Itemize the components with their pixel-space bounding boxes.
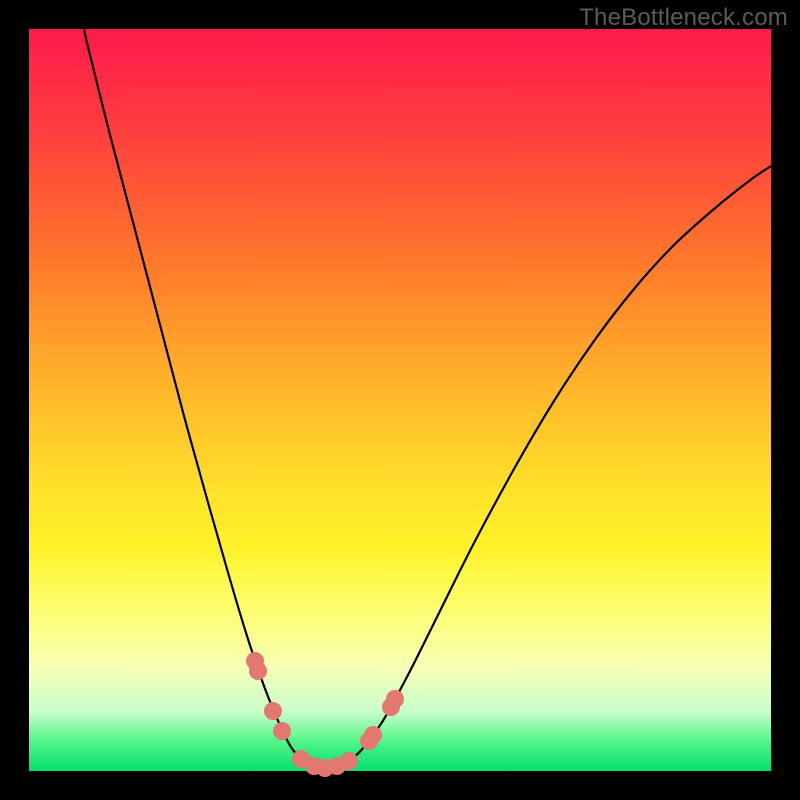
watermark-text: TheBottleneck.com xyxy=(579,4,788,32)
curve-marker xyxy=(364,726,382,744)
curve-marker xyxy=(249,662,267,680)
curve-marker xyxy=(273,722,291,740)
curve-marker xyxy=(264,702,282,720)
curve-markers xyxy=(246,652,404,777)
curve-marker xyxy=(386,690,404,708)
chart-svg xyxy=(29,29,771,771)
bottleneck-curve xyxy=(84,29,771,769)
curve-marker xyxy=(340,752,358,770)
chart-frame: TheBottleneck.com xyxy=(0,0,800,800)
